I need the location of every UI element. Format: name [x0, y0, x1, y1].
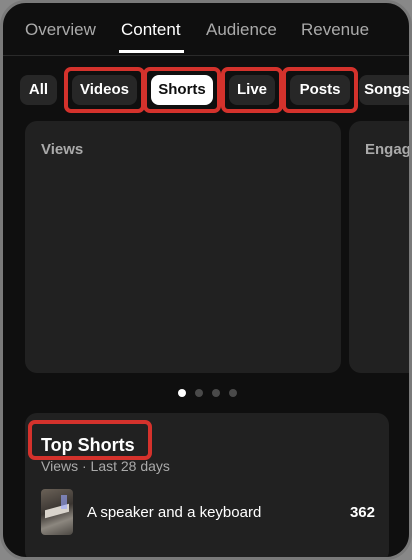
list-item[interactable]: A speaker and a keyboard 362 — [25, 489, 389, 535]
carousel-dot[interactable] — [195, 389, 203, 397]
tab-overview[interactable]: Overview — [25, 20, 96, 40]
views-card[interactable]: Views — [25, 121, 341, 373]
chip-songs[interactable]: Songs — [359, 75, 409, 105]
chip-all[interactable]: All — [20, 75, 57, 105]
chip-live[interactable]: Live — [229, 75, 275, 105]
top-shorts-panel: Top Shorts Views · Last 28 days A speake… — [25, 413, 389, 557]
short-views: 362 — [349, 504, 375, 521]
tab-audience[interactable]: Audience — [206, 20, 277, 40]
tab-revenue[interactable]: Revenue — [301, 20, 369, 40]
active-tab-indicator — [119, 50, 184, 53]
tab-bar: Overview Content Audience Revenue — [3, 3, 409, 56]
tab-content[interactable]: Content — [121, 20, 181, 40]
phone-frame: Overview Content Audience Revenue All Vi… — [0, 0, 412, 560]
top-shorts-subtitle: Views · Last 28 days — [41, 458, 170, 474]
engagement-card[interactable]: Engagement — [349, 121, 411, 373]
short-title: A speaker and a keyboard — [87, 504, 262, 521]
video-thumbnail-icon — [41, 489, 73, 535]
engagement-card-title: Engagement — [365, 141, 411, 158]
views-card-title: Views — [41, 141, 84, 158]
carousel-dot[interactable] — [178, 389, 186, 397]
chip-shorts[interactable]: Shorts — [151, 75, 213, 105]
carousel-dot[interactable] — [212, 389, 220, 397]
top-shorts-title: Top Shorts — [41, 435, 135, 455]
carousel-dot[interactable] — [229, 389, 237, 397]
chip-posts[interactable]: Posts — [290, 75, 350, 105]
chip-videos[interactable]: Videos — [72, 75, 137, 105]
